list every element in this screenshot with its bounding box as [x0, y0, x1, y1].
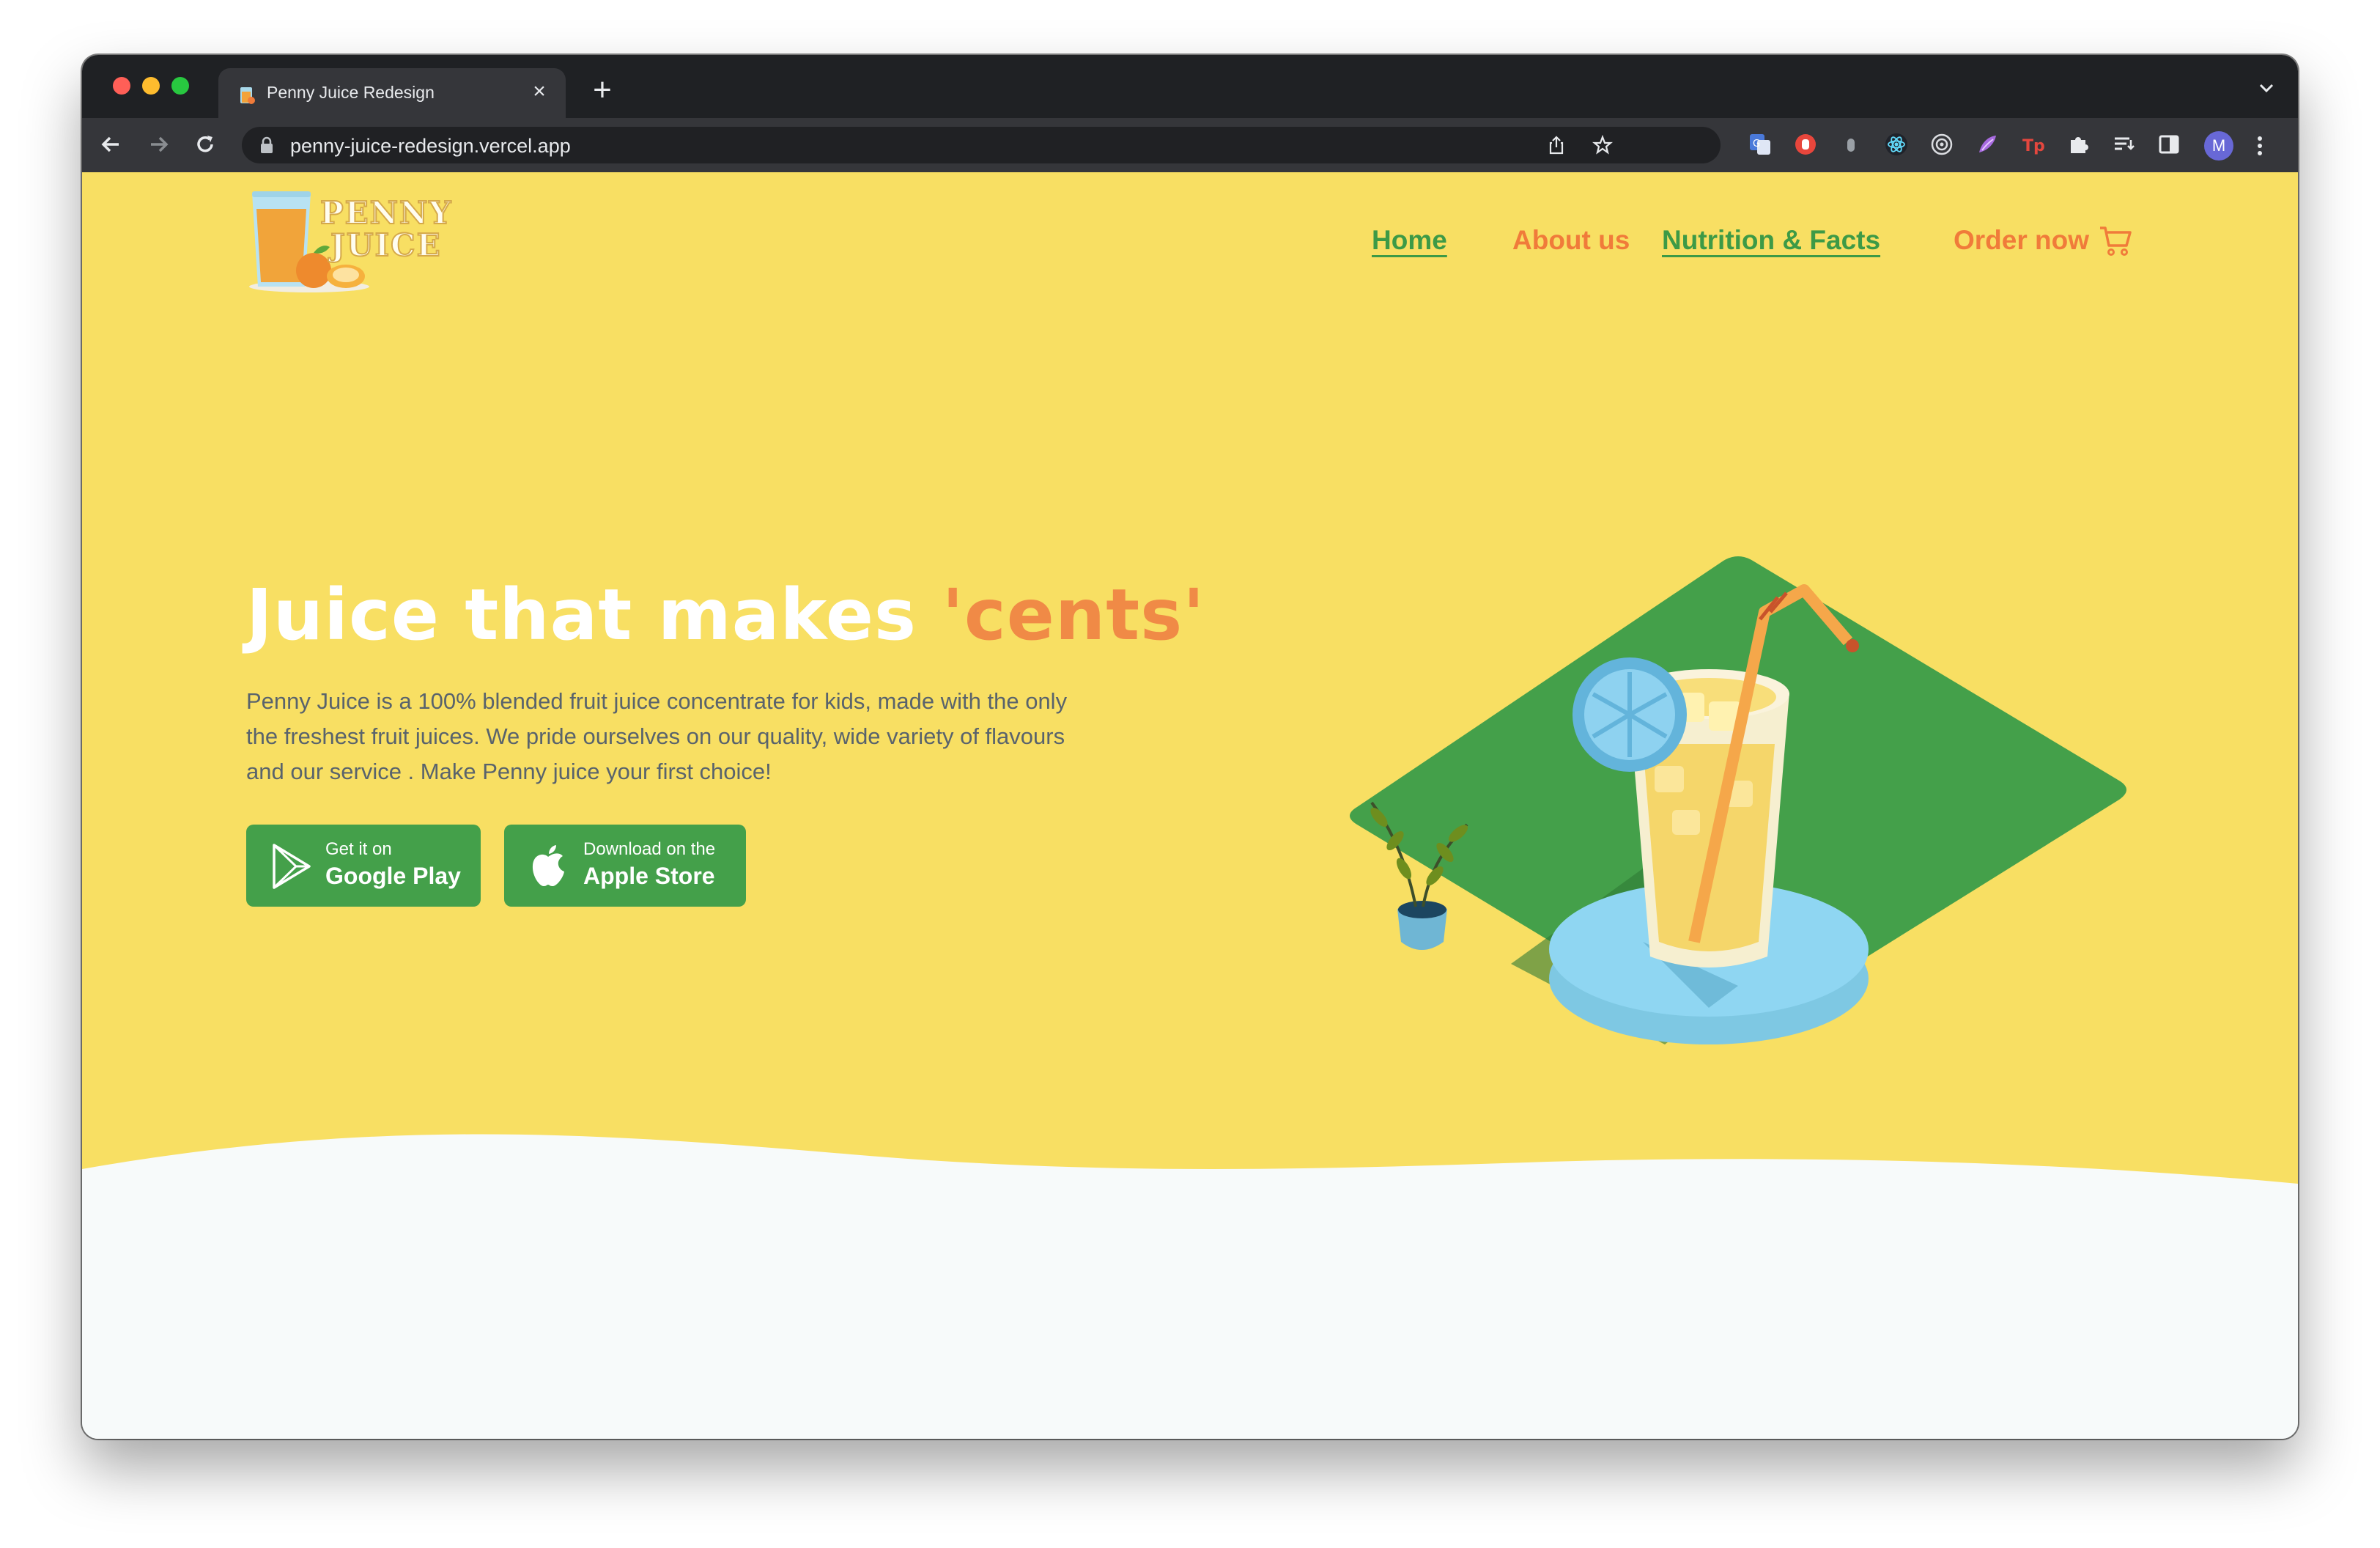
react-devtools-icon[interactable]	[1885, 133, 1908, 156]
adblock-extension-icon[interactable]	[1794, 133, 1817, 156]
bookmark-star-icon[interactable]	[1592, 135, 1613, 155]
back-arrow-icon[interactable]	[97, 130, 126, 159]
google-play-small-text: Get it on	[325, 839, 392, 859]
apple-icon	[532, 845, 564, 886]
address-bar[interactable]: penny-juice-redesign.vercel.app	[242, 127, 1721, 163]
nav-order-link[interactable]: Order now	[1954, 225, 2089, 256]
svg-text:G: G	[1753, 139, 1760, 150]
tab-strip: Penny Juice Redesign × +	[82, 55, 2298, 118]
apple-store-big-text: Apple Store	[583, 863, 715, 889]
cart-icon[interactable]	[2099, 225, 2134, 257]
minimize-window-button[interactable]	[142, 77, 160, 95]
nav-nutrition-link[interactable]: Nutrition & Facts	[1662, 225, 1880, 256]
target-extension-icon[interactable]	[1930, 133, 1954, 156]
browser-tab-active[interactable]: Penny Juice Redesign ×	[218, 68, 566, 118]
feather-extension-icon[interactable]	[1976, 133, 1999, 156]
logo-line-2: JUICE	[330, 227, 442, 263]
url-text[interactable]: penny-juice-redesign.vercel.app	[290, 135, 571, 158]
share-icon[interactable]	[1546, 135, 1567, 155]
browser-toolbar: penny-juice-redesign.vercel.app G Tp M	[82, 118, 2298, 172]
juice-glass-illustration	[1350, 556, 2126, 1044]
maximize-window-button[interactable]	[171, 77, 189, 95]
headline-main: Juice that makes	[246, 574, 942, 656]
apple-store-small-text: Download on the	[583, 839, 716, 859]
extensions-puzzle-icon[interactable]	[2066, 133, 2090, 156]
lock-icon[interactable]	[259, 136, 274, 154]
headline-accent: 'cents'	[942, 574, 1205, 656]
reload-icon[interactable]	[191, 130, 220, 159]
profile-avatar[interactable]: M	[2204, 131, 2233, 161]
more-options-icon[interactable]	[2252, 131, 2267, 161]
nav-home-link[interactable]: Home	[1372, 225, 1447, 256]
ghost-extension-icon[interactable]	[1839, 133, 1863, 156]
hero-headline: Juice that makes 'cents'	[246, 574, 1205, 656]
google-play-icon	[273, 844, 311, 889]
svg-text:Tp: Tp	[2022, 137, 2044, 155]
juice-favicon-icon	[240, 87, 255, 104]
tab-close-icon[interactable]: ×	[526, 78, 552, 105]
nav-about-link[interactable]: About us	[1512, 225, 1630, 256]
chevron-down-icon[interactable]	[2255, 77, 2277, 99]
google-play-button[interactable]: Get it on Google Play	[246, 825, 481, 907]
translate-extension-icon[interactable]: G	[1748, 133, 1772, 156]
google-play-big-text: Google Play	[325, 863, 461, 889]
apple-store-button[interactable]: Download on the Apple Store	[504, 825, 746, 907]
browser-window: Penny Juice Redesign × + penny-juice-red…	[82, 55, 2298, 1439]
new-tab-button[interactable]: +	[586, 74, 618, 108]
reading-list-icon[interactable]	[2112, 133, 2135, 156]
tab-title: Penny Juice Redesign	[267, 83, 435, 102]
side-panel-icon[interactable]	[2157, 133, 2181, 156]
logo-wordmark[interactable]: PENNY JUICE	[319, 195, 453, 263]
forward-arrow-icon[interactable]	[144, 130, 173, 159]
logo-line-1: PENNY	[319, 195, 453, 231]
web-page: PENNY JUICE Home About us Nutrition & Fa…	[82, 172, 2298, 1439]
hero-description: Penny Juice is a 100% blended fruit juic…	[246, 688, 1068, 784]
close-window-button[interactable]	[113, 77, 130, 95]
tp-extension-icon[interactable]: Tp	[2021, 133, 2044, 156]
